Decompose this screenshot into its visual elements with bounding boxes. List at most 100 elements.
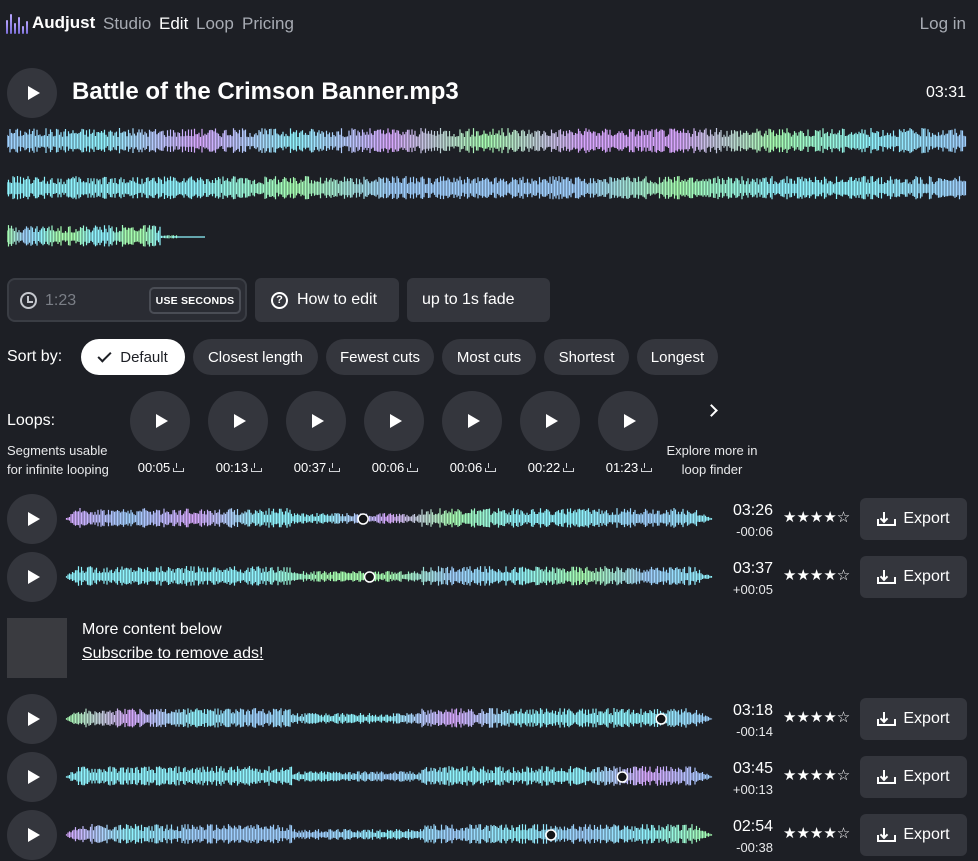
download-icon	[485, 463, 497, 472]
loop-play-button[interactable]	[598, 391, 658, 451]
loop-play-button[interactable]	[364, 391, 424, 451]
target-length-input[interactable]	[45, 289, 145, 313]
result-play-button[interactable]	[7, 494, 57, 544]
result-waveform[interactable]	[65, 499, 721, 539]
loop-duration[interactable]: 00:22	[520, 460, 580, 475]
sort-shortest[interactable]: Shortest	[544, 339, 629, 375]
loop-duration-label: 00:22	[527, 460, 561, 475]
result-length: 02:54	[732, 818, 773, 835]
sort-most-cuts[interactable]: Most cuts	[442, 339, 536, 375]
target-length-box: USE SECONDS	[7, 278, 247, 322]
brand-name[interactable]: Audjust	[32, 13, 95, 33]
nav-link-edit[interactable]: Edit	[159, 14, 188, 34]
loop-play-button[interactable]	[442, 391, 502, 451]
export-button[interactable]: Export	[860, 814, 967, 856]
loop-duration[interactable]: 00:37	[286, 460, 346, 475]
export-label: Export	[903, 768, 950, 785]
how-to-edit-button[interactable]: ? How to edit	[255, 278, 399, 322]
result-length: 03:18	[732, 702, 773, 719]
result-rating-stars: ★★★★☆	[783, 709, 851, 726]
download-icon	[173, 463, 185, 472]
cut-marker	[363, 571, 376, 583]
download-icon	[641, 463, 653, 472]
fade-button[interactable]: up to 1s fade	[407, 278, 550, 322]
cut-marker	[655, 713, 667, 725]
main-play-button[interactable]	[7, 68, 57, 118]
play-icon	[27, 86, 40, 100]
logo-icon[interactable]	[6, 12, 28, 34]
play-icon	[233, 414, 246, 428]
sort-longest[interactable]: Longest	[637, 339, 718, 375]
loops-description: Segments usable for infinite looping	[7, 441, 109, 479]
result-rating-stars: ★★★★☆	[783, 567, 851, 584]
result-waveform[interactable]	[65, 757, 721, 797]
result-rating-stars: ★★★★☆	[783, 825, 851, 842]
sort-default[interactable]: Default	[81, 339, 185, 375]
ad-text: More content below	[82, 621, 222, 638]
result-play-button[interactable]	[7, 694, 57, 744]
loop-play-button[interactable]	[208, 391, 268, 451]
result-play-button[interactable]	[7, 552, 57, 602]
loop-play-button[interactable]	[130, 391, 190, 451]
nav-link-loop[interactable]: Loop	[196, 14, 234, 34]
play-icon	[623, 414, 636, 428]
chevron-right-icon[interactable]	[705, 404, 718, 417]
download-icon	[563, 463, 575, 472]
loops-description-line1: Segments usable	[7, 443, 108, 458]
login-link[interactable]: Log in	[920, 14, 966, 34]
loop-duration[interactable]: 00:05	[130, 460, 190, 475]
result-length: 03:26	[732, 502, 773, 519]
nav-link-pricing[interactable]: Pricing	[242, 14, 294, 34]
result-waveform[interactable]	[65, 815, 721, 855]
explore-loop-finder-link[interactable]: Explore more in loop finder	[662, 441, 762, 479]
cut-marker	[616, 771, 629, 783]
result-waveform[interactable]	[65, 699, 721, 739]
use-seconds-button[interactable]: USE SECONDS	[149, 287, 241, 314]
explore-line1: Explore more in	[666, 443, 758, 458]
download-icon	[407, 463, 419, 472]
waveform-path	[65, 824, 713, 844]
export-label: Export	[903, 568, 950, 585]
clock-icon	[20, 292, 37, 309]
export-button[interactable]: Export	[860, 498, 967, 540]
play-icon	[27, 828, 40, 842]
sort-label: Sort by:	[7, 348, 63, 365]
loop-duration[interactable]: 00:06	[364, 460, 424, 475]
result-play-button[interactable]	[7, 752, 57, 802]
loop-duration[interactable]: 00:13	[208, 460, 268, 475]
subscribe-link[interactable]: Subscribe to remove ads!	[82, 645, 263, 663]
sort-default-label: Default	[120, 348, 168, 366]
main-waveform[interactable]	[7, 118, 967, 258]
waveform-path	[65, 766, 713, 786]
loop-duration[interactable]: 00:06	[442, 460, 502, 475]
loop-duration[interactable]: 01:23	[598, 460, 658, 475]
fade-label: up to 1s fade	[422, 291, 515, 308]
loop-play-button[interactable]	[520, 391, 580, 451]
result-rating-stars: ★★★★☆	[783, 767, 851, 784]
download-icon	[329, 463, 341, 472]
result-waveform[interactable]	[65, 557, 721, 597]
play-icon	[27, 512, 40, 526]
download-icon	[877, 770, 897, 784]
loops-description-line2: for infinite looping	[7, 462, 109, 477]
ad-placeholder	[7, 618, 67, 678]
result-play-button[interactable]	[7, 810, 57, 860]
loop-play-button[interactable]	[286, 391, 346, 451]
loop-duration-label: 00:06	[449, 460, 483, 475]
loop-duration-label: 00:13	[215, 460, 249, 475]
waveform-path	[65, 566, 713, 586]
export-button[interactable]: Export	[860, 556, 967, 598]
waveform-path	[7, 225, 178, 247]
nav-link-studio[interactable]: Studio	[103, 14, 151, 34]
sort-closest-length[interactable]: Closest length	[193, 339, 318, 375]
waveform-path	[65, 508, 713, 528]
play-icon	[467, 414, 480, 428]
help-icon: ?	[271, 291, 288, 309]
export-button[interactable]: Export	[860, 756, 967, 798]
sort-fewest-cuts[interactable]: Fewest cuts	[326, 339, 434, 375]
download-icon	[877, 570, 897, 584]
export-button[interactable]: Export	[860, 698, 967, 740]
waveform-path	[65, 708, 713, 728]
cut-marker	[545, 829, 557, 841]
loop-duration-label: 00:37	[293, 460, 327, 475]
